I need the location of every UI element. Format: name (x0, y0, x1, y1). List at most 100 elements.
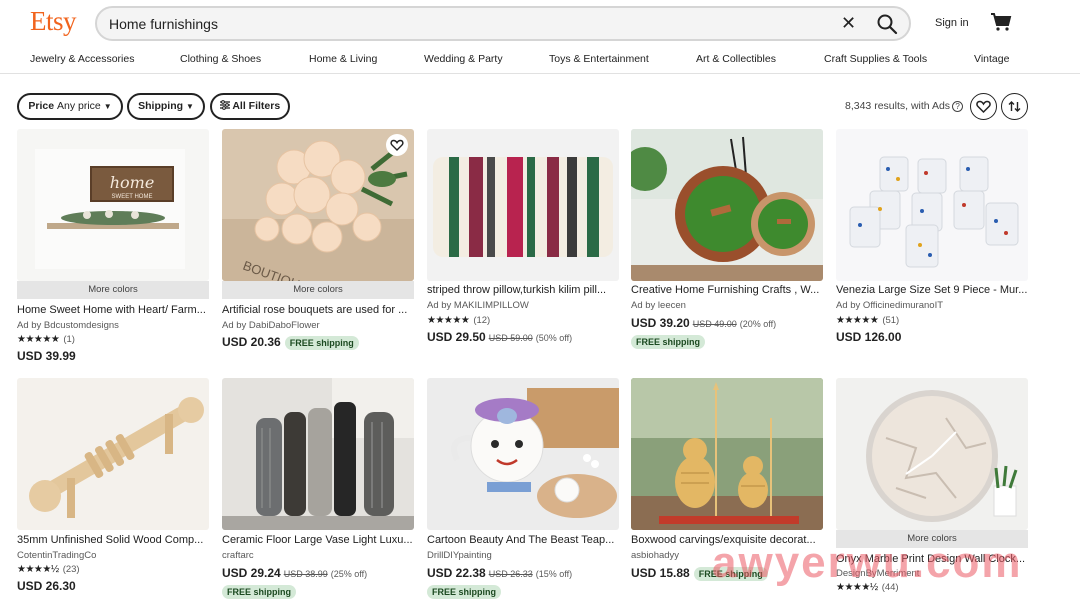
favorite-search-button[interactable] (970, 93, 997, 120)
category-jewelry[interactable]: Jewelry & Accessories (30, 53, 134, 65)
free-shipping-badge: FREE shipping (427, 585, 501, 599)
listing-rating: ★★★★★ (51) (836, 315, 899, 326)
listing-image[interactable] (836, 129, 1028, 281)
listing-title[interactable]: Home Sweet Home with Heart/ Farm... (17, 304, 209, 316)
caret-down-icon: ▼ (103, 102, 112, 111)
listing-seller: Ad by MAKILIMPILLOW (427, 300, 529, 311)
price-value: USD 20.36 (222, 335, 281, 349)
listing-seller: Ad by DabiDaboFlower (222, 320, 320, 331)
listing-seller: CotentinTradingCo (17, 550, 97, 561)
listing-image[interactable] (17, 378, 209, 530)
listing-price: USD 26.30 (17, 579, 76, 593)
original-price: USD 49.00 (692, 319, 737, 329)
review-count: (12) (473, 315, 491, 326)
category-home-living[interactable]: Home & Living (309, 53, 377, 65)
listing-image[interactable] (631, 378, 823, 530)
category-clothing[interactable]: Clothing & Shoes (180, 53, 261, 65)
free-shipping-badge: FREE shipping (284, 336, 359, 350)
category-nav: Jewelry & Accessories Clothing & Shoes H… (0, 46, 1080, 74)
price-filter-button[interactable]: Price Any price ▼ (17, 93, 123, 120)
watermark-text: awyerwu.com (712, 538, 1023, 587)
cart-icon[interactable] (990, 12, 1012, 32)
listing-seller: DrillDIYpainting (427, 550, 492, 561)
more-colors-badge: More colors (17, 281, 209, 299)
original-price: USD 26.33 (488, 569, 533, 579)
review-count: (1) (63, 334, 75, 345)
svg-text:home: home (110, 173, 155, 192)
listing-seller: Ad by leecen (631, 300, 686, 311)
listing-seller: Ad by Bdcustomdesigns (17, 320, 119, 331)
etsy-logo[interactable]: Etsy (30, 6, 77, 37)
star-rating: ★★★★½ (17, 564, 59, 575)
star-rating: ★★★★★ (836, 315, 879, 326)
listing-price: USD 20.36 FREE shipping (222, 335, 359, 350)
discount-percent: (15% off) (535, 569, 573, 579)
listing-price: USD 29.50 USD 59.00 (50% off) (427, 330, 572, 344)
sort-button[interactable] (1001, 93, 1028, 120)
results-count: 8,343 results, with Ads? (845, 100, 964, 112)
site-header: Etsy Home furnishings ✕ Sign in (0, 0, 1080, 46)
star-rating: ★★★★★ (427, 315, 470, 326)
listing-price: USD 39.20 USD 49.00 (20% off) (631, 316, 776, 330)
listing-rating: ★★★★★ (1) (17, 334, 75, 345)
all-filters-button[interactable]: All Filters (210, 93, 290, 120)
favorite-button[interactable] (386, 134, 408, 156)
all-filters-label: All Filters (232, 100, 281, 112)
listing-title[interactable]: Ceramic Floor Large Vase Light Luxu... (222, 534, 414, 546)
category-vintage[interactable]: Vintage (974, 53, 1009, 65)
price-value: USD 22.38 (427, 566, 486, 580)
original-price: USD 38.99 (283, 569, 328, 579)
review-count: (23) (62, 564, 80, 575)
search-input[interactable]: Home furnishings (109, 16, 218, 32)
category-wedding[interactable]: Wedding & Party (424, 53, 503, 65)
results-text: 8,343 results, with Ads (845, 100, 951, 112)
clear-search-icon[interactable]: ✕ (841, 13, 856, 34)
price-value: USD 39.20 (631, 316, 690, 330)
free-shipping-badge: FREE shipping (631, 335, 705, 349)
listing-title[interactable]: Creative Home Furnishing Crafts , W... (631, 284, 823, 296)
listing-image[interactable] (427, 129, 619, 281)
listing-image[interactable] (222, 378, 414, 530)
listing-image[interactable]: home SWEET HOME (17, 129, 209, 281)
category-art[interactable]: Art & Collectibles (696, 53, 776, 65)
original-price: USD 59.00 (488, 333, 533, 343)
listing-title[interactable]: 35mm Unfinished Solid Wood Comp... (17, 534, 209, 546)
price-filter-value: Any price (56, 100, 101, 112)
listing-price: USD 39.99 (17, 349, 76, 363)
shipping-filter-button[interactable]: Shipping ▼ (127, 93, 205, 120)
listing-seller: craftarc (222, 550, 254, 561)
listing-image[interactable] (427, 378, 619, 530)
listing-title[interactable]: Venezia Large Size Set 9 Piece - Mur... (836, 284, 1028, 296)
shipping-filter-label: Shipping (138, 100, 184, 112)
listing-image[interactable] (836, 378, 1028, 530)
review-count: (51) (882, 315, 900, 326)
discount-percent: (20% off) (739, 319, 777, 329)
category-craft-supplies[interactable]: Craft Supplies & Tools (824, 53, 927, 65)
search-bar[interactable]: Home furnishings ✕ (95, 6, 911, 41)
price-filter-label: Price (28, 100, 55, 112)
free-shipping-badge: FREE shipping (222, 585, 296, 599)
listing-rating: ★★★★½ (23) (17, 564, 80, 575)
caret-down-icon: ▼ (185, 102, 194, 111)
help-icon[interactable]: ? (952, 101, 964, 112)
listing-price: USD 22.38 USD 26.33 (15% off) (427, 566, 572, 580)
listing-title[interactable]: Cartoon Beauty And The Beast Teap... (427, 534, 619, 546)
category-toys[interactable]: Toys & Entertainment (549, 53, 649, 65)
svg-text:SWEET HOME: SWEET HOME (112, 194, 153, 200)
listing-title[interactable]: Artificial rose bouquets are used for ..… (222, 304, 414, 316)
listing-seller: Ad by OfficinedimuranoIT (836, 300, 944, 311)
search-icon[interactable] (875, 12, 899, 36)
star-rating: ★★★★★ (17, 334, 60, 345)
listing-rating: ★★★★★ (12) (427, 315, 490, 326)
more-colors-badge: More colors (222, 281, 414, 299)
filters-icon (219, 100, 230, 110)
sign-in-link[interactable]: Sign in (935, 17, 969, 29)
listing-price: USD 29.24 USD 38.99 (25% off) (222, 566, 367, 580)
price-value: USD 29.24 (222, 566, 281, 580)
listing-price: USD 126.00 (836, 330, 902, 344)
listing-image[interactable] (631, 129, 823, 281)
listing-image[interactable]: BOUTIQUE (222, 129, 414, 281)
listing-title[interactable]: striped throw pillow,turkish kilim pill.… (427, 284, 619, 296)
discount-percent: (50% off) (535, 333, 573, 343)
discount-percent: (25% off) (330, 569, 368, 579)
